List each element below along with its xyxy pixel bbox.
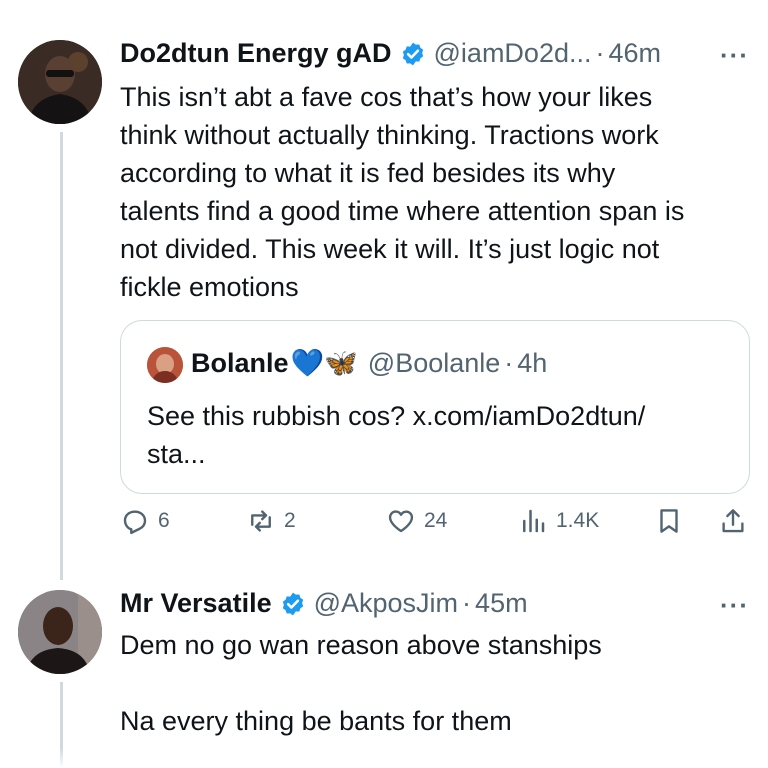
views-chart-icon (523, 509, 545, 533)
user-handle[interactable]: @iamDo2d... (434, 38, 592, 69)
name-emojis: 💙🦋 (290, 348, 358, 378)
timestamp: 4h (517, 347, 548, 378)
reply-button[interactable]: 6 (120, 506, 170, 536)
quoted-tweet[interactable]: Bolanle 💙🦋 @Boolanle · 4h See this rubbi… (120, 320, 750, 494)
timestamp[interactable]: 45m (475, 588, 528, 619)
bottom-fade (0, 748, 768, 768)
quote-header: Bolanle 💙🦋 @Boolanle · 4h (191, 347, 547, 379)
tweet-text-line: think without actually thinking. Tractio… (120, 120, 659, 150)
timestamp[interactable]: 46m (608, 38, 661, 69)
repost-icon (251, 510, 271, 532)
user-handle[interactable]: @AkposJim (314, 588, 458, 619)
share-button[interactable] (718, 506, 748, 536)
like-count: 24 (424, 509, 448, 532)
tweet-text-line: fickle emotions (120, 272, 299, 302)
verified-badge-icon (400, 41, 426, 67)
display-name: Bolanle (191, 347, 289, 378)
tweet-text-line (120, 664, 740, 702)
tweet-header: Mr Versatile @AkposJim · 45m (120, 588, 528, 619)
heart-icon (388, 510, 414, 533)
repost-button[interactable]: 2 (246, 506, 296, 536)
tweet-text: Dem no go wan reason above stanships Na … (120, 626, 740, 740)
avatar (147, 347, 183, 383)
tweet-text-line: talents find a good time where attention… (120, 196, 685, 226)
avatar[interactable] (18, 590, 102, 674)
more-options-icon[interactable]: ··· (720, 590, 749, 621)
action-bar: 6 2 24 1.4K (120, 506, 760, 546)
more-options-icon[interactable]: ··· (720, 40, 749, 71)
separator-dot: · (462, 588, 472, 618)
share-icon (722, 509, 744, 533)
tweet-text-line: This isn’t abt a fave cos that’s how you… (120, 82, 653, 112)
tweet-text-line: not divided. This week it will. It’s jus… (120, 234, 660, 264)
user-handle: @Boolanle (367, 347, 501, 378)
reply-count: 6 (158, 509, 170, 532)
avatar[interactable] (18, 40, 102, 124)
verified-badge-icon (280, 591, 306, 617)
bookmark-button[interactable] (654, 506, 684, 536)
tweet-text: This isn’t abt a fave cos that’s how you… (120, 78, 740, 306)
views-button[interactable]: 1.4K (518, 506, 599, 536)
view-count: 1.4K (556, 509, 600, 532)
repost-count: 2 (284, 509, 296, 532)
separator-dot: · (595, 38, 605, 68)
separator-dot: · (504, 347, 514, 378)
quote-text-line: See this rubbish cos? x.com/iamDo2dtun/ (147, 401, 646, 431)
display-name[interactable]: Mr Versatile (120, 588, 272, 619)
quote-text-line: sta... (147, 439, 206, 469)
tweet-text-line: according to what it is fed besides its … (120, 158, 616, 188)
quote-text: See this rubbish cos? x.com/iamDo2dtun/ … (147, 397, 737, 473)
tweet-text-line: Dem no go wan reason above stanships (120, 630, 602, 660)
display-name[interactable]: Do2dtun Energy gAD (120, 38, 392, 69)
bookmark-icon (660, 509, 678, 533)
reply-icon (123, 510, 147, 535)
tweet-header: Do2dtun Energy gAD @iamDo2d... · 46m (120, 38, 661, 69)
thread-line (60, 132, 63, 580)
tweet-text-line: Na every thing be bants for them (120, 706, 512, 736)
like-button[interactable]: 24 (386, 506, 447, 536)
